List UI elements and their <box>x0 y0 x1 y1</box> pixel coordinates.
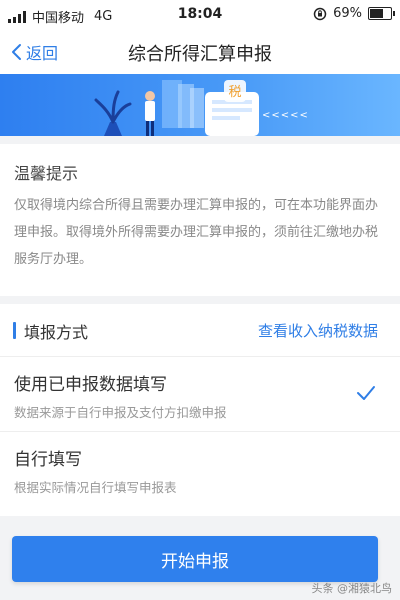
notice-card: 温馨提示 仅取得境内综合所得且需要办理汇算申报的，可在本功能界面办理申报。取得境… <box>0 144 400 296</box>
section-title: 填报方式 <box>24 323 89 342</box>
option-title: 自行填写 <box>14 450 82 470</box>
screens-illustration <box>162 80 204 128</box>
plant-icon <box>94 90 132 136</box>
banner-illustration: 税 <<<<< <box>94 80 309 136</box>
person-icon <box>145 91 155 136</box>
watermark-text: 头条 @湘猿北鸟 <box>311 582 393 595</box>
banner: 税 <<<<< <box>0 74 400 136</box>
option-desc: 数据来源于自行申报及支付方扣缴申报 <box>14 405 227 420</box>
page-title: 综合所得汇算申报 <box>128 44 272 65</box>
filing-method-section: 填报方式 查看收入纳税数据 使用已申报数据填写 数据来源于自行申报及支付方扣缴申… <box>0 304 400 516</box>
status-bar: 中国移动 4G 18:04 69% <box>0 0 400 30</box>
svg-text:税: 税 <box>228 85 241 100</box>
notice-text: 仅取得境内综合所得且需要办理汇算申报的，可在本功能界面办理申报。取得境外所得需要… <box>14 198 379 267</box>
status-right: 69% <box>313 6 395 21</box>
check-icon <box>357 386 375 400</box>
nav-bar: 返回 综合所得汇算申报 <box>0 30 400 74</box>
battery-percent: 69% <box>333 6 362 21</box>
view-tax-data-link[interactable]: 查看收入纳税数据 <box>258 320 378 341</box>
tax-tag-icon: 税 <box>224 80 246 102</box>
option-title: 使用已申报数据填写 <box>14 375 167 395</box>
rotation-lock-icon <box>313 7 327 20</box>
section-header: 填报方式 查看收入纳税数据 <box>0 304 400 357</box>
section-accent-bar <box>13 322 16 339</box>
option-desc: 根据实际情况自行填写申报表 <box>14 480 177 495</box>
svg-text:<<<<<: <<<<< <box>262 110 309 121</box>
option-use-declared-data[interactable]: 使用已申报数据填写 数据来源于自行申报及支付方扣缴申报 <box>0 357 400 432</box>
start-declaration-button[interactable]: 开始申报 <box>12 536 378 582</box>
battery-icon <box>368 7 395 20</box>
notice-title: 温馨提示 <box>14 164 79 183</box>
watermark: 头条 @湘猿北鸟 <box>312 580 393 596</box>
option-self-fill[interactable]: 自行填写 根据实际情况自行填写申报表 <box>0 432 400 506</box>
battery-fill <box>370 9 383 18</box>
